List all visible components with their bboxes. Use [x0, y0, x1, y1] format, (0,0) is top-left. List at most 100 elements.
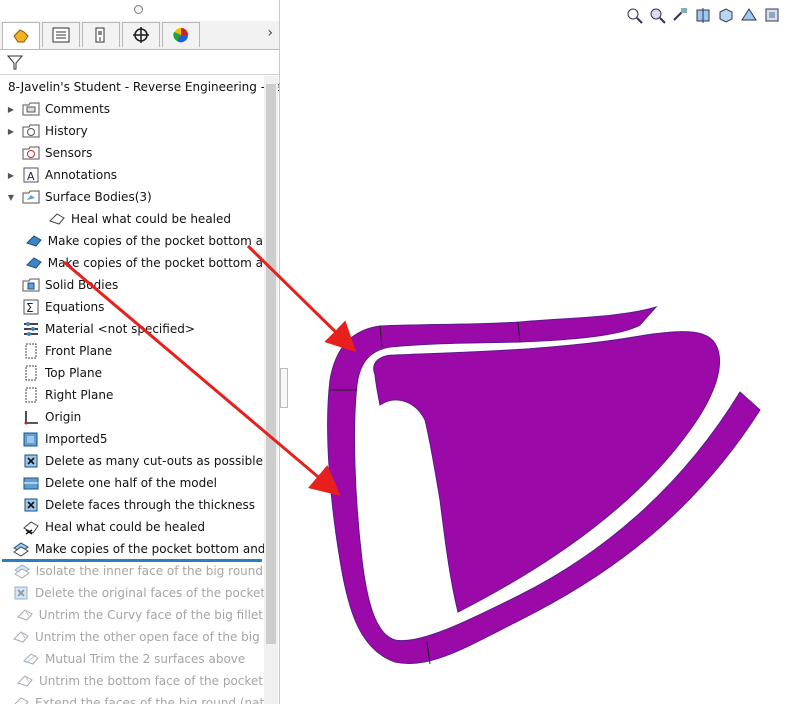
- tree-item-untrim-bottom[interactable]: Untrim the bottom face of the pocket: [0, 670, 263, 692]
- tree-item-right-plane[interactable]: Right Plane: [0, 384, 263, 406]
- feature-manager-panel: › 8-Javelin's Student - Reverse Engineer…: [0, 0, 280, 704]
- delete-face-icon: [12, 584, 30, 602]
- tree-item-surface-bodies[interactable]: ▼ Surface Bodies(3): [0, 186, 263, 208]
- tree-item-surface-body-1[interactable]: Heal what could be healed: [0, 208, 263, 230]
- tree-item-delete-original-faces[interactable]: Delete the original faces of the pocket: [0, 582, 265, 604]
- imported-body-icon: [22, 430, 40, 448]
- zoom-to-area-icon[interactable]: [647, 5, 666, 24]
- tree-item-solid-bodies[interactable]: Solid Bodies: [0, 274, 263, 296]
- edge-line: [517, 321, 521, 343]
- tree-item-untrim-other[interactable]: Untrim the other open face of the big fi…: [0, 626, 278, 648]
- tree-item-history[interactable]: ▶ History: [0, 120, 263, 142]
- material-icon: [22, 320, 40, 338]
- heal-surface-icon: [22, 518, 40, 536]
- tree-item-label: Delete faces through the thickness: [45, 498, 256, 512]
- tree-item-delete-faces[interactable]: Delete faces through the thickness: [0, 494, 263, 516]
- untrim-surface-icon: [16, 606, 34, 624]
- filter-icon[interactable]: [6, 53, 24, 71]
- part-root-label: 8-Javelin's Student - Reverse Engineerin…: [8, 80, 280, 94]
- tree-item-delete-cutouts[interactable]: Delete as many cut-outs as possible: [0, 450, 263, 472]
- surface-body-outline-icon: [48, 210, 66, 228]
- tab-dimxpert-manager[interactable]: [122, 22, 160, 47]
- tree-item-mutual-trim[interactable]: Mutual Trim the 2 surfaces above: [0, 648, 263, 670]
- expand-arrow-icon[interactable]: ▶: [6, 127, 16, 136]
- tree-item-sensors[interactable]: Sensors: [0, 142, 263, 164]
- pocket-bottom-surface[interactable]: [373, 331, 721, 613]
- tree-item-label: Heal what could be healed: [45, 520, 206, 534]
- tree-item-front-plane[interactable]: Front Plane: [0, 340, 263, 362]
- untrim-surface-icon: [12, 628, 30, 646]
- edge-line: [426, 641, 431, 665]
- tree-item-delete-half[interactable]: Delete one half of the model: [0, 472, 263, 494]
- tree-item-origin[interactable]: Origin: [0, 406, 263, 428]
- tab-configuration-manager[interactable]: [82, 22, 120, 47]
- tree-item-surface-body-3[interactable]: Make copies of the pocket bottom a: [0, 252, 263, 274]
- panel-grip[interactable]: [0, 0, 279, 20]
- tree-item-label: History: [45, 124, 88, 138]
- plane-icon: [22, 342, 40, 360]
- svg-text:A: A: [27, 170, 35, 183]
- tree-item-label: Untrim the bottom face of the pocket: [38, 674, 263, 688]
- tree-item-comments[interactable]: ▶ Comments: [0, 98, 263, 120]
- previous-view-icon[interactable]: [670, 5, 689, 24]
- tree-item-surface-body-2[interactable]: Make copies of the pocket bottom a: [0, 230, 263, 252]
- untrim-surface-icon: [16, 672, 34, 690]
- tabs-scroll-right-icon[interactable]: ›: [267, 25, 273, 41]
- part-root[interactable]: 8-Javelin's Student - Reverse Engineerin…: [0, 76, 279, 98]
- display-style-icon[interactable]: [739, 5, 758, 24]
- tree-item-material[interactable]: Material <not specified>: [0, 318, 263, 340]
- rollback-bar[interactable]: [2, 559, 262, 562]
- tree-item-extend-faces[interactable]: Extend the faces of the big round (natur: [0, 692, 277, 704]
- tree-item-isolate-inner-face[interactable]: Isolate the inner face of the big round: [0, 560, 263, 582]
- tree-item-annotations[interactable]: ▶ A Annotations: [0, 164, 263, 186]
- tree-item-untrim-curvy[interactable]: Untrim the Curvy face of the big fillet: [0, 604, 263, 626]
- expand-arrow-icon[interactable]: ▶: [6, 171, 16, 180]
- plane-icon: [22, 386, 40, 404]
- plane-icon: [22, 364, 40, 382]
- tab-display-manager[interactable]: [162, 22, 200, 47]
- tree-item-label: Delete one half of the model: [45, 476, 217, 490]
- outer-round-surface[interactable]: [327, 306, 761, 664]
- tree-item-imported[interactable]: Imported5: [0, 428, 263, 450]
- tree-scrollbar[interactable]: [264, 76, 278, 704]
- scrollbar-thumb[interactable]: [266, 84, 276, 644]
- view-toolbar: [624, 5, 781, 24]
- view-orientation-icon[interactable]: [716, 5, 735, 24]
- tree-item-heal[interactable]: Heal what could be healed: [0, 516, 263, 538]
- tree-item-label: Mutual Trim the 2 surfaces above: [45, 652, 246, 666]
- dimxpert-crosshair-icon: [133, 27, 149, 43]
- panel-splitter-handle[interactable]: [280, 368, 288, 408]
- svg-text:Σ: Σ: [26, 301, 34, 315]
- origin-icon: [22, 408, 40, 426]
- annotations-icon: A: [22, 166, 40, 184]
- expand-arrow-icon[interactable]: ▶: [6, 105, 16, 114]
- tree-item-equations[interactable]: Σ Equations: [0, 296, 263, 318]
- tree-item-label: Make copies of the pocket bottom and b: [35, 542, 277, 556]
- zoom-to-fit-icon[interactable]: [624, 5, 643, 24]
- tab-property-manager[interactable]: [42, 22, 80, 47]
- hide-show-items-icon[interactable]: [762, 5, 781, 24]
- tab-feature-manager[interactable]: [2, 22, 40, 49]
- tree-item-make-copies[interactable]: Make copies of the pocket bottom and b: [0, 538, 277, 560]
- feature-manager-icon: [13, 29, 29, 43]
- tree-item-label: Solid Bodies: [45, 278, 119, 292]
- history-folder-icon: [22, 122, 40, 140]
- delete-body-icon: [22, 474, 40, 492]
- filter-bar: [0, 50, 279, 75]
- configuration-manager-icon: [95, 27, 105, 43]
- tree-item-label: Heal what could be healed: [71, 212, 232, 226]
- feature-tree: ▶ Comments ▶ History Sensors ▶ A Annotations…: [0, 98, 278, 704]
- delete-face-icon: [22, 452, 40, 470]
- tree-item-label: Delete as many cut-outs as possible: [45, 454, 263, 468]
- offset-surface-icon: [12, 540, 30, 558]
- surface-body-icon: [25, 254, 43, 272]
- tree-item-label: Comments: [45, 102, 111, 116]
- collapse-arrow-icon[interactable]: ▼: [6, 193, 16, 202]
- manager-tabs: ›: [0, 21, 279, 50]
- tree-item-top-plane[interactable]: Top Plane: [0, 362, 263, 384]
- delete-face-icon: [22, 496, 40, 514]
- trim-surface-icon: [22, 650, 40, 668]
- solid-bodies-folder-icon: [22, 276, 40, 294]
- offset-surface-icon: [13, 562, 31, 580]
- section-view-icon[interactable]: [693, 5, 712, 24]
